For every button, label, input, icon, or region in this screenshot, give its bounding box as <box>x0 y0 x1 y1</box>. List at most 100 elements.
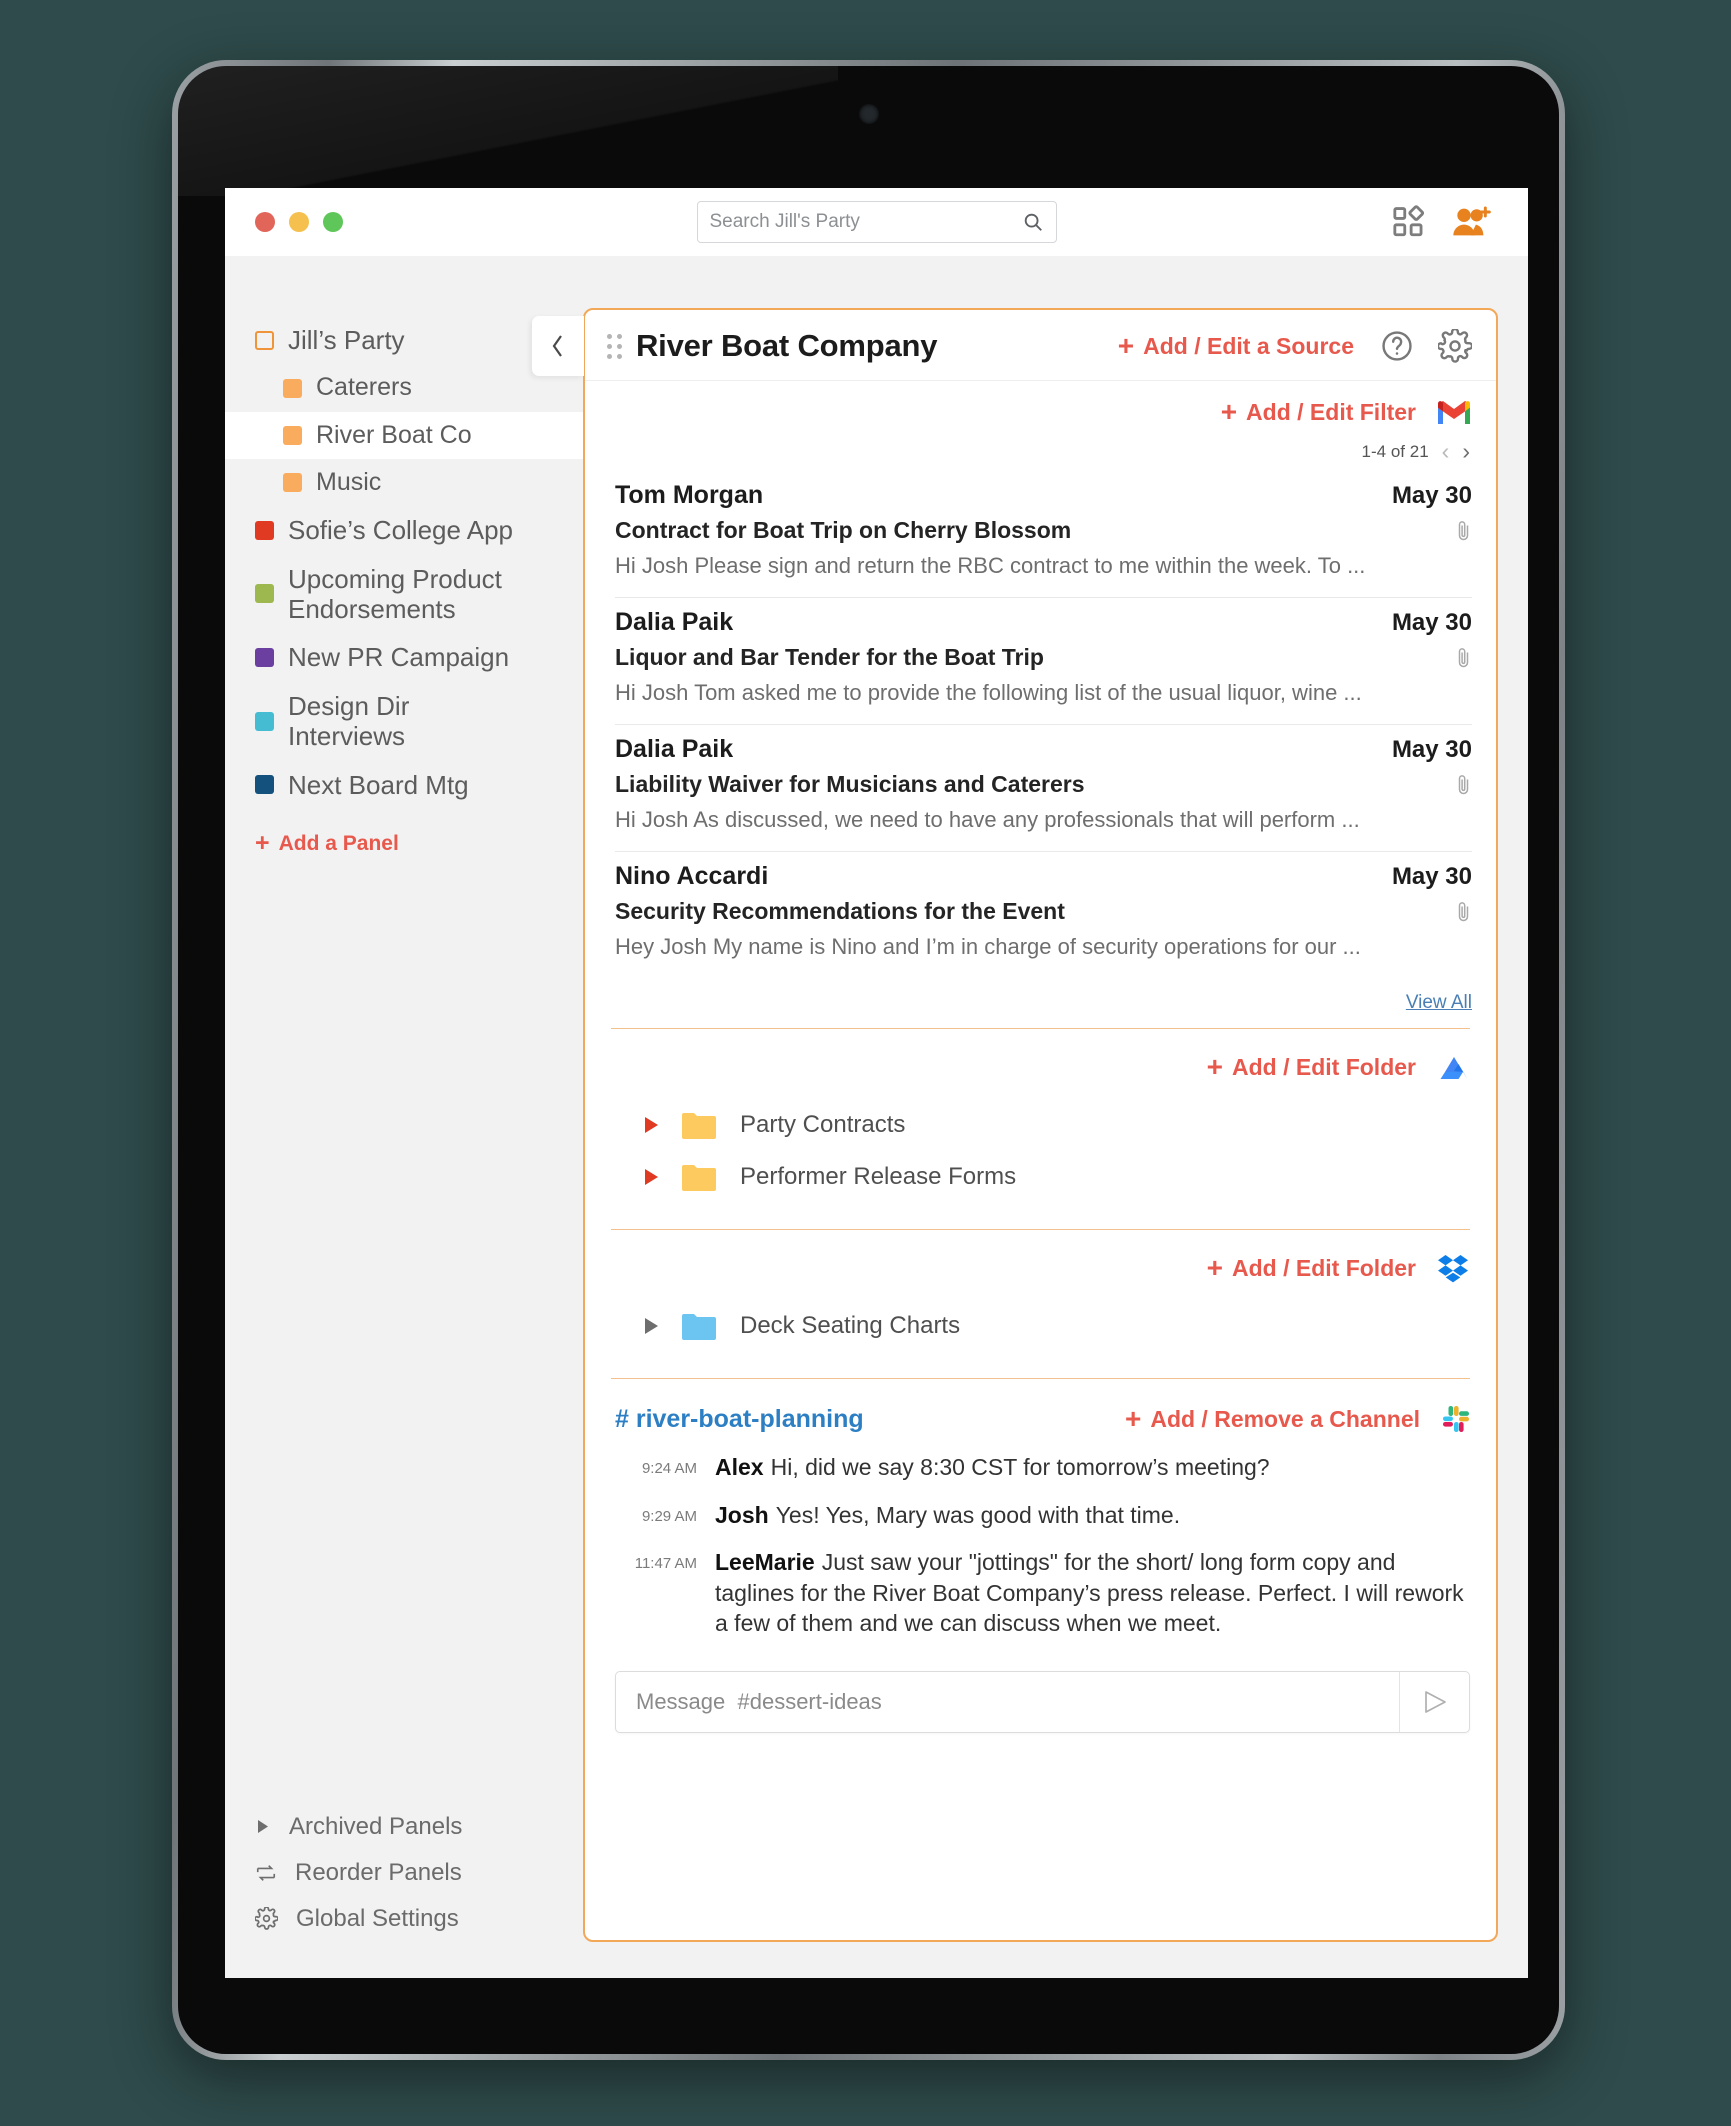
message-author[interactable]: Alex <box>715 1454 764 1480</box>
plus-icon: + <box>1124 1402 1142 1434</box>
sidebar-top: Jill’s Party Caterers River Boat Co Musi… <box>225 256 583 856</box>
dropbox-icon[interactable] <box>1436 1252 1472 1284</box>
search-box[interactable] <box>696 201 1057 243</box>
message-input[interactable] <box>616 1688 1399 1715</box>
gmail-icon[interactable] <box>1436 398 1472 426</box>
sidebar-item-label: Design Dir Interviews <box>288 690 410 752</box>
pager-prev-button[interactable]: ‹ <box>1442 440 1450 463</box>
slack-channel-name[interactable]: # river-boat-planning <box>615 1405 864 1434</box>
add-edit-folder-button[interactable]: + Add / Edit Folder <box>1206 1251 1416 1283</box>
message-text: Hi, did we say 8:30 CST for tomorrow’s m… <box>770 1454 1270 1480</box>
sidebar-item-next-board-mtg[interactable]: Next Board Mtg <box>225 761 583 809</box>
sidebar-item-label: New PR Campaign <box>288 642 510 673</box>
slack-message: 9:29 AM Josh Yes! Yes, Mary was good with… <box>615 1500 1472 1531</box>
sidebar-item-workspace[interactable]: Jill’s Party <box>225 316 583 364</box>
close-button[interactable] <box>255 212 275 232</box>
sidebar-item-caterers[interactable]: Caterers <box>225 364 583 411</box>
sidebar: Jill’s Party Caterers River Boat Co Musi… <box>225 256 584 1978</box>
add-edit-folder-button[interactable]: + Add / Edit Folder <box>1207 1052 1416 1080</box>
drag-grip-icon[interactable] <box>607 333 622 359</box>
email-header-line: Dalia Paik May 30 <box>615 735 1472 764</box>
add-remove-channel-label: Add / Remove a Channel <box>1150 1405 1420 1432</box>
dropbox-header: + Add / Edit Folder <box>615 1252 1472 1284</box>
maximize-button[interactable] <box>323 212 343 232</box>
folder-icon <box>680 1311 718 1341</box>
add-remove-channel-button[interactable]: + Add / Remove a Channel <box>1124 1402 1420 1434</box>
email-subject-line: Security Recommendations for the Event <box>615 898 1472 925</box>
workspace-color-swatch <box>255 330 274 350</box>
slack-icon[interactable] <box>1440 1403 1472 1435</box>
sidebar-item-new-pr-campaign[interactable]: New PR Campaign <box>225 633 583 681</box>
view-all-link[interactable]: View All <box>585 978 1496 1028</box>
window-traffic-lights <box>255 212 343 232</box>
google-drive-icon[interactable] <box>1436 1051 1472 1083</box>
sidebar-item-music[interactable]: Music <box>225 459 583 506</box>
apps-grid-icon[interactable] <box>1392 205 1426 239</box>
message-timestamp: 11:47 AM <box>634 1555 697 1573</box>
help-circle-icon[interactable] <box>1380 329 1414 363</box>
email-row[interactable]: Nino Accardi May 30 Security Recommendat… <box>615 852 1472 978</box>
message-timestamp: 9:24 AM <box>641 1460 697 1477</box>
section-dropbox: + Add / Edit Folder Deck Seating Charts <box>585 1230 1496 1378</box>
sidebar-item-upcoming-product-endorsements[interactable]: Upcoming Product Endorsements <box>225 555 583 634</box>
attachment-icon[interactable] <box>1456 646 1472 670</box>
slack-header: # river-boat-planning + Add / Remove a C… <box>615 1403 1472 1435</box>
attachment-icon[interactable] <box>1456 773 1472 797</box>
triangle-right-icon <box>255 1818 271 1835</box>
titlebar-icons <box>1392 205 1492 239</box>
folder-name: Performer Release Forms <box>740 1163 1017 1190</box>
add-panel-button[interactable]: + Add a Panel <box>225 809 583 856</box>
send-icon[interactable] <box>1399 1671 1469 1732</box>
folder-row[interactable]: Performer Release Forms <box>615 1151 1472 1203</box>
email-row[interactable]: Dalia Paik May 30 Liquor and Bar Tender … <box>615 598 1472 725</box>
slack-composer[interactable] <box>615 1670 1470 1733</box>
sidebar-item-archived-panels[interactable]: Archived Panels <box>225 1804 583 1850</box>
app-body: Jill’s Party Caterers River Boat Co Musi… <box>225 256 1528 1978</box>
tablet-screen: Jill’s Party Caterers River Boat Co <box>178 66 1559 2054</box>
add-people-icon[interactable] <box>1452 205 1492 239</box>
email-date: May 30 <box>1391 482 1472 509</box>
attachment-icon[interactable] <box>1456 900 1472 924</box>
search-container <box>696 201 1057 243</box>
search-icon[interactable] <box>1022 211 1044 233</box>
add-edit-filter-button[interactable]: + Add / Edit Filter <box>1221 397 1416 425</box>
sidebar-item-river-boat-co[interactable]: River Boat Co <box>225 411 583 459</box>
sidebar-collapse-button[interactable] <box>532 316 584 376</box>
message-timestamp: 9:29 AM <box>641 1507 697 1525</box>
message-author[interactable]: LeeMarie <box>715 1549 815 1575</box>
email-row[interactable]: Tom Morgan May 30 Contract for Boat Trip… <box>615 471 1472 598</box>
panel-color-swatch <box>283 378 302 398</box>
minimize-button[interactable] <box>289 212 309 232</box>
add-edit-folder-label: Add / Edit Folder <box>1232 1254 1416 1281</box>
message-body: Josh Yes! Yes, Mary was good with that ti… <box>715 1500 1180 1531</box>
message-text: Yes! Yes, Mary was good with that time. <box>775 1501 1181 1528</box>
expand-triangle-icon[interactable] <box>645 1318 658 1334</box>
pager-next-button[interactable]: › <box>1462 440 1470 463</box>
email-sender: Nino Accardi <box>615 862 769 890</box>
sidebar-item-sofies-college-app[interactable]: Sofie’s College App <box>225 506 583 554</box>
folder-row[interactable]: Party Contracts <box>615 1099 1472 1151</box>
sidebar-item-reorder-panels[interactable]: Reorder Panels <box>225 1850 583 1896</box>
add-edit-source-button[interactable]: + Add / Edit a Source <box>1118 331 1354 359</box>
attachment-icon[interactable] <box>1456 519 1472 543</box>
message-author[interactable]: Josh <box>715 1502 769 1528</box>
panel-color-swatch <box>255 584 274 604</box>
email-subject: Security Recommendations for the Event <box>615 898 1065 924</box>
folder-row[interactable]: Deck Seating Charts <box>615 1300 1472 1352</box>
sidebar-item-label: Jill’s Party <box>288 325 405 355</box>
email-subject-line: Liability Waiver for Musicians and Cater… <box>615 771 1472 798</box>
expand-triangle-icon[interactable] <box>645 1117 658 1133</box>
sidebar-item-label: River Boat Co <box>316 420 472 449</box>
email-sender: Dalia Paik <box>615 735 734 763</box>
panel-color-swatch <box>283 473 302 493</box>
plus-icon: + <box>1206 1251 1223 1283</box>
panel-color-swatch <box>255 648 274 668</box>
gear-icon <box>255 1907 278 1931</box>
expand-triangle-icon[interactable] <box>645 1169 658 1185</box>
email-row[interactable]: Dalia Paik May 30 Liability Waiver for M… <box>615 725 1472 852</box>
gear-icon[interactable] <box>1438 329 1472 363</box>
sidebar-item-design-dir-interviews[interactable]: Design Dir Interviews <box>225 682 583 761</box>
search-input[interactable] <box>709 211 1022 233</box>
pager-range: 1-4 of 21 <box>1361 441 1429 461</box>
sidebar-item-global-settings[interactable]: Global Settings <box>225 1896 583 1942</box>
